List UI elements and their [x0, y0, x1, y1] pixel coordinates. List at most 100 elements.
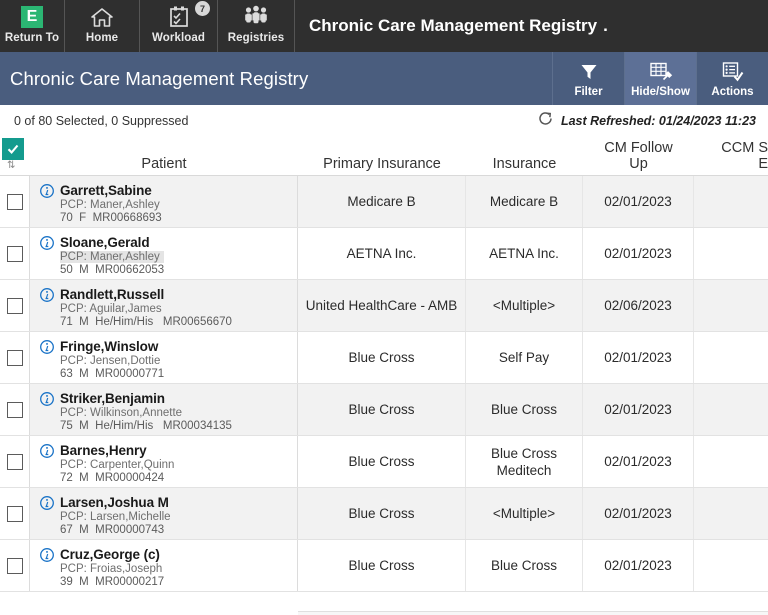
- patient-meta: 67 M MR00000743: [60, 524, 165, 536]
- patient-meta: 72 M MR00000424: [60, 472, 165, 484]
- patient-name: Fringe,Winslow: [60, 339, 159, 354]
- column-header-ccm[interactable]: CCM S E: [694, 138, 768, 175]
- nav-item-workload-label: Workload: [152, 32, 205, 44]
- patient-cell: Striker,Benjamin PCP: Wilkinson,Annette …: [30, 384, 298, 435]
- patient-pcp: PCP: Jensen,Dottie: [60, 355, 161, 367]
- last-refreshed-label: Last Refreshed: 01/24/2023 11:23: [560, 114, 756, 128]
- row-select-cell: [0, 280, 30, 331]
- nav-item-return-to[interactable]: E Return To: [0, 0, 65, 52]
- ccm-cell: [694, 540, 768, 591]
- row-select-cell: [0, 436, 30, 487]
- application-title-bar: Chronic Care Management Registry .: [295, 0, 768, 52]
- column-header-primary-insurance[interactable]: Primary Insurance: [298, 138, 466, 175]
- patient-name-line: Fringe,Winslow: [40, 339, 297, 354]
- insurance-cell: Blue Cross: [466, 540, 583, 591]
- patient-pcp: PCP: Maner,Ashley: [60, 199, 160, 211]
- patient-cell: Garrett,Sabine PCP: Maner,Ashley 70 F MR…: [30, 176, 298, 227]
- toolbar-button-actions-label: Actions: [711, 85, 754, 98]
- patient-info-icon[interactable]: [40, 495, 54, 510]
- grid-wrench-icon: [649, 60, 673, 84]
- row-checkbox[interactable]: [6, 193, 23, 210]
- cm-follow-up-cell: 02/01/2023: [583, 488, 694, 539]
- patient-meta: 70 F MR00668693: [60, 212, 162, 224]
- row-select-cell: [0, 228, 30, 279]
- row-checkbox[interactable]: [6, 297, 23, 314]
- cm-follow-up-cell: 02/01/2023: [583, 384, 694, 435]
- patient-name-line: Barnes,Henry: [40, 443, 297, 458]
- insurance-cell: <Multiple>: [466, 488, 583, 539]
- status-bar: 0 of 80 Selected, 0 Suppressed Last Refr…: [0, 105, 768, 138]
- workload-notification-badge: 7: [195, 1, 210, 16]
- patient-name: Cruz,George (c): [60, 547, 160, 562]
- patient-meta: 50 M MR00662053: [60, 264, 165, 276]
- select-all-checkbox[interactable]: [2, 138, 24, 160]
- column-header-insurance[interactable]: Insurance: [466, 138, 583, 175]
- primary-insurance-cell: Blue Cross: [298, 540, 466, 591]
- patient-meta: 39 M MR00000217: [60, 576, 165, 588]
- patient-cell: Fringe,Winslow PCP: Jensen,Dottie 63 M M…: [30, 332, 298, 383]
- patient-info-icon[interactable]: [40, 183, 54, 198]
- list-check-icon: [721, 60, 744, 84]
- row-checkbox[interactable]: [6, 401, 23, 418]
- row-checkbox[interactable]: [6, 349, 23, 366]
- table-row[interactable]: Garrett,Sabine PCP: Maner,Ashley 70 F MR…: [0, 176, 768, 228]
- patient-info-icon[interactable]: [40, 339, 54, 354]
- patient-cell: Randlett,Russell PCP: Aguilar,James 71 M…: [30, 280, 298, 331]
- column-header-patient[interactable]: Patient: [30, 138, 298, 175]
- cm-follow-up-cell: 02/01/2023: [583, 228, 694, 279]
- sort-toggle-icon[interactable]: ⇅: [7, 161, 15, 171]
- select-all-column-header: ⇅: [0, 138, 30, 175]
- patient-cell: Cruz,George (c) PCP: Froias,Joseph 39 M …: [30, 540, 298, 591]
- row-checkbox[interactable]: [6, 245, 23, 262]
- nav-item-registries[interactable]: Registries: [218, 0, 295, 52]
- patient-name: Barnes,Henry: [60, 443, 147, 458]
- row-checkbox[interactable]: [6, 453, 23, 470]
- patient-name: Striker,Benjamin: [60, 391, 165, 406]
- table-row[interactable]: Cruz,George (c) PCP: Froias,Joseph 39 M …: [0, 540, 768, 592]
- people-group-icon: [242, 4, 270, 30]
- patient-name-line: Larsen,Joshua M: [40, 495, 297, 510]
- patient-info-icon[interactable]: [40, 235, 54, 250]
- ccm-cell: [694, 436, 768, 487]
- table-row[interactable]: Randlett,Russell PCP: Aguilar,James 71 M…: [0, 280, 768, 332]
- patient-name-line: Cruz,George (c): [40, 547, 297, 562]
- table-body: Garrett,Sabine PCP: Maner,Ashley 70 F MR…: [0, 176, 768, 592]
- primary-insurance-cell: Medicare B: [298, 176, 466, 227]
- patient-registry-table: ⇅ Patient Primary Insurance Insurance CM…: [0, 138, 768, 615]
- application-title-suffix: .: [603, 16, 608, 35]
- row-select-cell: [0, 384, 30, 435]
- table-row[interactable]: Fringe,Winslow PCP: Jensen,Dottie 63 M M…: [0, 332, 768, 384]
- patient-pcp: PCP: Carpenter,Quinn: [60, 459, 175, 471]
- patient-info-icon[interactable]: [40, 443, 54, 458]
- ccm-cell: [694, 488, 768, 539]
- table-row[interactable]: Striker,Benjamin PCP: Wilkinson,Annette …: [0, 384, 768, 436]
- table-row[interactable]: Larsen,Joshua M PCP: Larsen,Michelle 67 …: [0, 488, 768, 540]
- ccm-cell: [694, 384, 768, 435]
- nav-item-workload[interactable]: 7 Workload: [140, 0, 218, 52]
- patient-name-line: Sloane,Gerald: [40, 235, 297, 250]
- horizontal-scrollbar[interactable]: ◂: [298, 611, 768, 615]
- ccm-cell: [694, 176, 768, 227]
- row-select-cell: [0, 540, 30, 591]
- primary-insurance-cell: Blue Cross: [298, 384, 466, 435]
- row-checkbox[interactable]: [6, 505, 23, 522]
- refresh-icon[interactable]: [537, 110, 554, 132]
- patient-info-icon[interactable]: [40, 391, 54, 406]
- ccm-cell: [694, 332, 768, 383]
- table-row[interactable]: Barnes,Henry PCP: Carpenter,Quinn 72 M M…: [0, 436, 768, 488]
- registry-toolbar: Chronic Care Management Registry Filter …: [0, 52, 768, 105]
- nav-item-home[interactable]: Home: [65, 0, 140, 52]
- patient-info-icon[interactable]: [40, 287, 54, 302]
- insurance-cell: Medicare B: [466, 176, 583, 227]
- row-checkbox[interactable]: [6, 557, 23, 574]
- patient-info-icon[interactable]: [40, 547, 54, 562]
- patient-name: Randlett,Russell: [60, 287, 165, 302]
- column-header-cm-follow-up[interactable]: CM Follow Up: [583, 138, 694, 175]
- primary-insurance-cell: Blue Cross: [298, 436, 466, 487]
- patient-name-line: Striker,Benjamin: [40, 391, 297, 406]
- patient-meta: 71 M He/Him/His MR00656670: [60, 316, 232, 328]
- toolbar-button-filter[interactable]: Filter: [552, 52, 624, 105]
- toolbar-button-actions[interactable]: Actions: [696, 52, 768, 105]
- table-row[interactable]: Sloane,Gerald PCP: Maner,Ashley 50 M MR0…: [0, 228, 768, 280]
- toolbar-button-hide-show[interactable]: Hide/Show: [624, 52, 696, 105]
